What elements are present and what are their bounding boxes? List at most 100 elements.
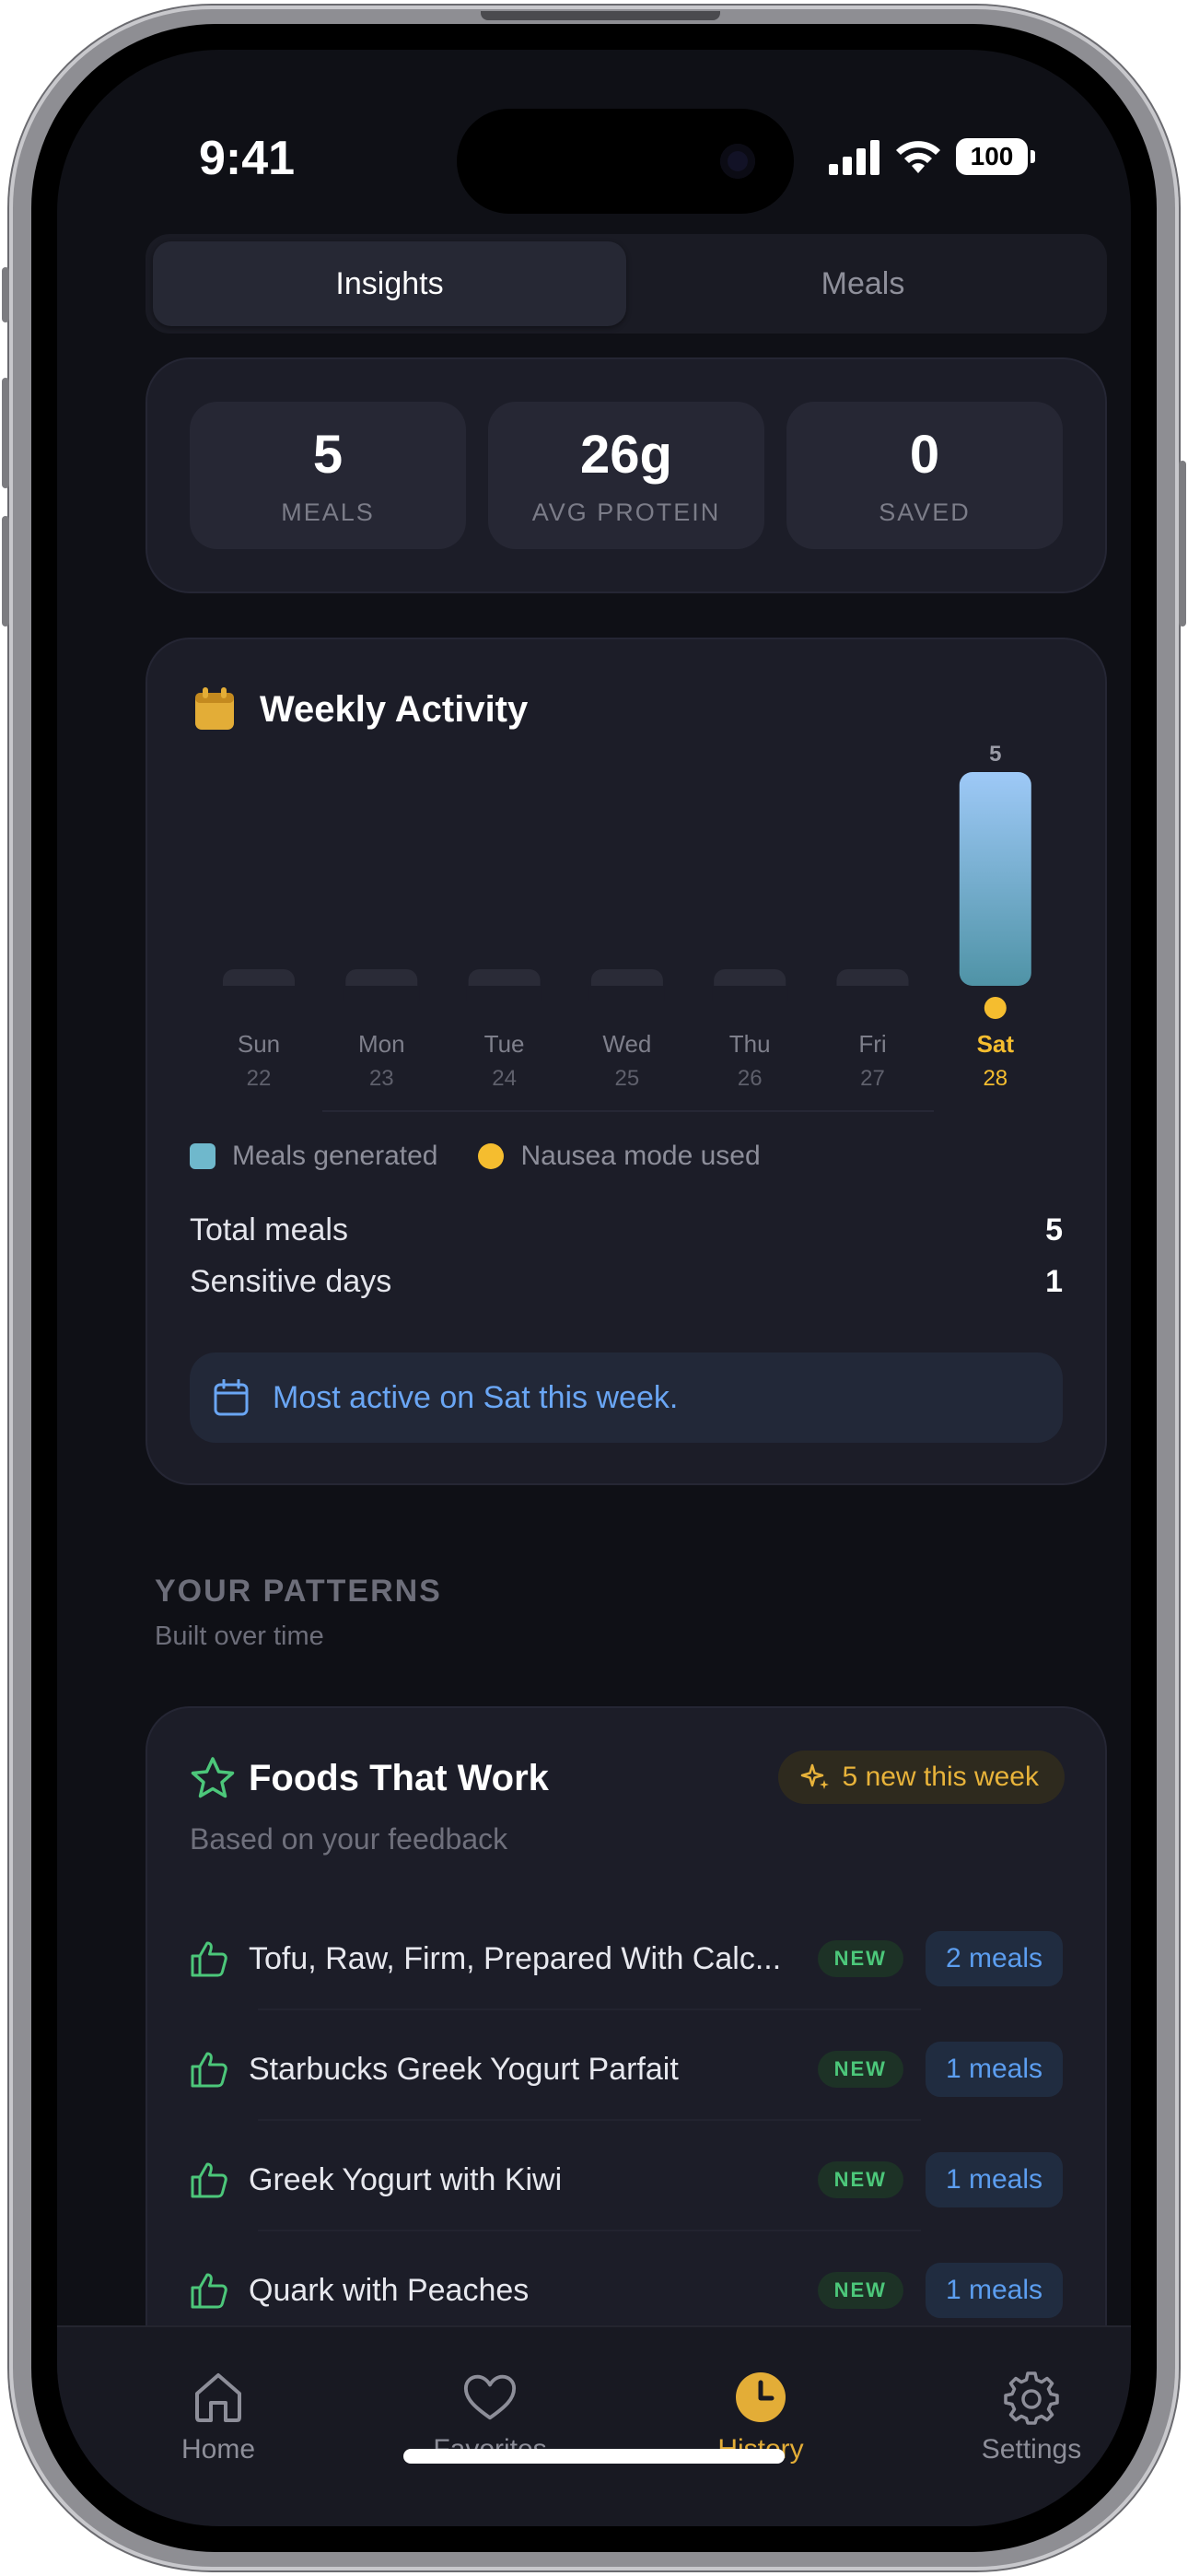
date-label: 27 xyxy=(860,1066,885,1091)
tab-history[interactable]: History xyxy=(650,2327,871,2465)
day-label: Fri xyxy=(858,1030,886,1058)
sensitive-days-value: 1 xyxy=(1045,1264,1063,1299)
date-label: 23 xyxy=(369,1066,394,1091)
new-tag: NEW xyxy=(817,2161,903,2198)
stat-value: 0 xyxy=(909,425,940,485)
tab-label: Home xyxy=(181,2434,256,2465)
status-icons: 100 xyxy=(829,138,1035,175)
battery-icon: 100 xyxy=(956,138,1035,175)
weekly-activity-card: Weekly Activity Sun 22 Mon 23 Tue 24 Wed 25 Thu 2… xyxy=(146,638,1107,1485)
bar-base-mask xyxy=(588,986,665,1001)
power-button xyxy=(1179,461,1186,626)
tab-label: Settings xyxy=(981,2434,1082,2465)
date-label: 24 xyxy=(492,1066,517,1091)
stat-value: 26g xyxy=(580,425,672,485)
divider xyxy=(258,2008,921,2010)
tab-favorites[interactable]: Favorites xyxy=(379,2327,600,2465)
meal-count-badge: 1 meals xyxy=(925,2042,1063,2097)
heart-icon xyxy=(463,2374,517,2420)
stat-saved: 0 SAVED xyxy=(786,402,1063,549)
new-this-week-text: 5 new this week xyxy=(842,1762,1039,1792)
stat-value: 5 xyxy=(312,425,344,485)
camera-icon xyxy=(720,144,755,179)
new-this-week-badge: 5 new this week xyxy=(777,1751,1065,1804)
total-meals-row: Total meals 5 xyxy=(190,1212,1063,1248)
patterns-subtitle: Built over time xyxy=(155,1622,324,1651)
tab-meals[interactable]: Meals xyxy=(626,241,1100,326)
new-tag: NEW xyxy=(817,2051,903,2088)
dynamic-island xyxy=(457,109,794,214)
legend-nausea-label: Nausea mode used xyxy=(520,1141,761,1171)
tab-home[interactable]: Home xyxy=(108,2327,329,2465)
bar-base-mask xyxy=(344,986,420,1001)
divider xyxy=(258,2230,921,2231)
day-label: Sun xyxy=(238,1030,280,1058)
gear-icon xyxy=(1004,2371,1059,2425)
volume-up-button xyxy=(2,378,9,488)
meal-count-badge: 2 meals xyxy=(925,1931,1063,1986)
wifi-icon xyxy=(896,141,940,173)
legend-meals-swatch xyxy=(190,1143,215,1169)
foods-subtitle: Based on your feedback xyxy=(190,1822,508,1856)
bar-base-mask xyxy=(221,986,297,1001)
app-screen: 9:41 100 Insights Meals 5 MEALS 26g AVG … xyxy=(57,50,1131,2526)
tab-insights[interactable]: Insights xyxy=(153,241,626,326)
bar-base-mask xyxy=(834,986,911,1001)
stat-avg-protein: 26g AVG PROTEIN xyxy=(488,402,764,549)
food-item[interactable]: Starbucks Greek Yogurt Parfait NEW 1 mea… xyxy=(190,2014,1063,2125)
date-label: 25 xyxy=(615,1066,640,1091)
sensitive-days-row: Sensitive days 1 xyxy=(190,1264,1063,1300)
date-label: 26 xyxy=(738,1066,763,1091)
signal-icon xyxy=(829,140,879,175)
date-label: 22 xyxy=(247,1066,272,1091)
day-label: Mon xyxy=(358,1030,405,1058)
day-label: Tue xyxy=(484,1030,525,1058)
new-tag: NEW xyxy=(817,1940,903,1977)
bottom-tab-bar: Home Favorites xyxy=(57,2325,1131,2526)
most-active-callout: Most active on Sat this week. xyxy=(190,1352,1063,1443)
day-label: Wed xyxy=(602,1030,651,1058)
foods-that-work-card: Foods That Work 5 new this week Based on… xyxy=(146,1706,1107,2406)
patterns-title: YOUR PATTERNS xyxy=(155,1574,442,1609)
thumbs-up-icon xyxy=(191,2273,227,2309)
date-label: 28 xyxy=(983,1066,1007,1091)
divider xyxy=(258,2119,921,2121)
house-icon xyxy=(195,2373,241,2422)
meal-count-badge: 1 meals xyxy=(925,2152,1063,2207)
nausea-dot xyxy=(984,997,1007,1019)
food-item[interactable]: Tofu, Raw, Firm, Prepared With Calc... N… xyxy=(190,1903,1063,2014)
tab-settings[interactable]: Settings xyxy=(921,2327,1131,2465)
food-name: Greek Yogurt with Kiwi xyxy=(249,2161,563,2197)
stat-label: MEALS xyxy=(281,498,375,526)
status-time: 9:41 xyxy=(199,132,296,185)
summary-stats-card: 5 MEALS 26g AVG PROTEIN 0 SAVED xyxy=(146,357,1107,593)
thumbs-up-icon xyxy=(191,2162,227,2198)
food-name: Starbucks Greek Yogurt Parfait xyxy=(249,2051,679,2087)
day-label: Sat xyxy=(977,1030,1015,1058)
total-meals-value: 5 xyxy=(1045,1212,1063,1247)
home-indicator[interactable] xyxy=(403,2449,785,2464)
stat-meals: 5 MEALS xyxy=(190,402,466,549)
chart-legend: Meals generated Nausea mode used xyxy=(190,1141,761,1172)
device-top-edge xyxy=(481,11,720,20)
sparkle-icon xyxy=(800,1763,829,1789)
action-button xyxy=(2,267,9,322)
food-name: Quark with Peaches xyxy=(249,2272,530,2308)
stat-label: SAVED xyxy=(879,498,971,526)
callout-text: Most active on Sat this week. xyxy=(273,1379,679,1415)
total-meals-label: Total meals xyxy=(190,1212,348,1247)
day-label: Thu xyxy=(729,1030,771,1058)
food-item[interactable]: Greek Yogurt with Kiwi NEW 1 meals xyxy=(190,2125,1063,2235)
bar-base-mask xyxy=(466,986,542,1001)
stat-label: AVG PROTEIN xyxy=(531,498,721,526)
calendar-outline-icon xyxy=(214,1379,249,1416)
bar-sat xyxy=(959,772,1031,986)
weekly-bar-chart: Sun 22 Mon 23 Tue 24 Wed 25 Thu 26 Fri 27 5 Sat 28 xyxy=(221,742,1031,1112)
device-frame: 9:41 100 Insights Meals 5 MEALS 26g AVG … xyxy=(9,6,1179,2570)
device-bezel: 9:41 100 Insights Meals 5 MEALS 26g AVG … xyxy=(31,24,1157,2552)
legend-nausea-swatch xyxy=(478,1143,505,1169)
meal-count-badge: 1 meals xyxy=(925,2263,1063,2318)
sensitive-days-label: Sensitive days xyxy=(190,1264,392,1299)
legend-meals-label: Meals generated xyxy=(232,1141,438,1171)
star-icon xyxy=(191,1757,235,1798)
